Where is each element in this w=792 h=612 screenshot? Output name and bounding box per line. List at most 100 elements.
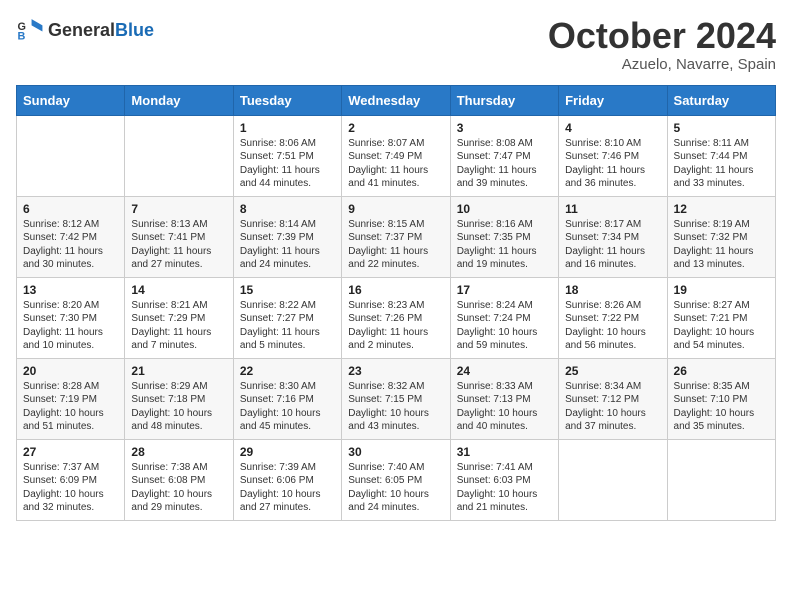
day-number: 22 xyxy=(240,364,335,378)
header: G B GeneralBlue October 2024 Azuelo, Nav… xyxy=(16,16,776,73)
day-info: Sunrise: 8:26 AM Sunset: 7:22 PM Dayligh… xyxy=(565,299,660,353)
calendar-cell: 20 Sunrise: 8:28 AM Sunset: 7:19 PM Dayli… xyxy=(17,358,125,439)
month-title: October 2024 xyxy=(548,16,776,56)
calendar-cell: 23 Sunrise: 8:32 AM Sunset: 7:15 PM Dayli… xyxy=(342,358,450,439)
week-row-1: 1Sunrise: 8:06 AM Sunset: 7:51 PM Daylig… xyxy=(17,115,776,196)
day-number: 18 xyxy=(565,283,660,297)
calendar-cell xyxy=(17,115,125,196)
weekday-header-monday: Monday xyxy=(125,85,233,115)
calendar-cell: 2Sunrise: 8:07 AM Sunset: 7:49 PM Daylig… xyxy=(342,115,450,196)
day-number: 5 xyxy=(674,121,769,135)
calendar-cell: 22 Sunrise: 8:30 AM Sunset: 7:16 PM Dayli… xyxy=(233,358,341,439)
day-number: 4 xyxy=(565,121,660,135)
calendar-cell: 29 Sunrise: 7:39 AM Sunset: 6:06 PM Dayli… xyxy=(233,439,341,520)
day-info: Sunrise: 8:33 AM Sunset: 7:13 PM Dayligh… xyxy=(457,380,552,434)
day-info: Sunrise: 8:14 AM Sunset: 7:39 PM Dayligh… xyxy=(240,218,335,272)
calendar-cell: 15 Sunrise: 8:22 AM Sunset: 7:27 PM Dayli… xyxy=(233,277,341,358)
weekday-header-thursday: Thursday xyxy=(450,85,558,115)
calendar-cell: 6 Sunrise: 8:12 AM Sunset: 7:42 PM Daylig… xyxy=(17,196,125,277)
day-number: 21 xyxy=(131,364,226,378)
calendar-cell xyxy=(667,439,775,520)
calendar-cell: 9Sunrise: 8:15 AM Sunset: 7:37 PM Daylig… xyxy=(342,196,450,277)
calendar-cell: 21 Sunrise: 8:29 AM Sunset: 7:18 PM Dayli… xyxy=(125,358,233,439)
day-number: 24 xyxy=(457,364,552,378)
calendar-cell: 17 Sunrise: 8:24 AM Sunset: 7:24 PM Dayli… xyxy=(450,277,558,358)
location-title: Azuelo, Navarre, Spain xyxy=(548,56,776,73)
day-number: 11 xyxy=(565,202,660,216)
day-info: Sunrise: 8:19 AM Sunset: 7:32 PM Dayligh… xyxy=(674,218,769,272)
day-info: Sunrise: 7:41 AM Sunset: 6:03 PM Dayligh… xyxy=(457,461,552,515)
day-info: Sunrise: 8:29 AM Sunset: 7:18 PM Dayligh… xyxy=(131,380,226,434)
day-info: Sunrise: 8:24 AM Sunset: 7:24 PM Dayligh… xyxy=(457,299,552,353)
week-row-5: 27 Sunrise: 7:37 AM Sunset: 6:09 PM Dayli… xyxy=(17,439,776,520)
svg-text:B: B xyxy=(18,30,26,42)
calendar-cell: 26Sunrise: 8:35 AM Sunset: 7:10 PM Dayli… xyxy=(667,358,775,439)
day-number: 27 xyxy=(23,445,118,459)
day-number: 28 xyxy=(131,445,226,459)
calendar-cell: 12Sunrise: 8:19 AM Sunset: 7:32 PM Dayli… xyxy=(667,196,775,277)
calendar-table: SundayMondayTuesdayWednesdayThursdayFrid… xyxy=(16,85,776,521)
calendar-cell: 1Sunrise: 8:06 AM Sunset: 7:51 PM Daylig… xyxy=(233,115,341,196)
week-row-4: 20 Sunrise: 8:28 AM Sunset: 7:19 PM Dayli… xyxy=(17,358,776,439)
calendar-cell: 10 Sunrise: 8:16 AM Sunset: 7:35 PM Dayli… xyxy=(450,196,558,277)
day-number: 14 xyxy=(131,283,226,297)
day-number: 29 xyxy=(240,445,335,459)
weekday-header-friday: Friday xyxy=(559,85,667,115)
day-number: 2 xyxy=(348,121,443,135)
calendar-cell: 30Sunrise: 7:40 AM Sunset: 6:05 PM Dayli… xyxy=(342,439,450,520)
week-row-3: 13 Sunrise: 8:20 AM Sunset: 7:30 PM Dayli… xyxy=(17,277,776,358)
day-number: 20 xyxy=(23,364,118,378)
calendar-cell: 13 Sunrise: 8:20 AM Sunset: 7:30 PM Dayli… xyxy=(17,277,125,358)
calendar-cell: 5 Sunrise: 8:11 AM Sunset: 7:44 PM Daylig… xyxy=(667,115,775,196)
day-info: Sunrise: 8:12 AM Sunset: 7:42 PM Dayligh… xyxy=(23,218,118,272)
day-info: Sunrise: 8:27 AM Sunset: 7:21 PM Dayligh… xyxy=(674,299,769,353)
calendar-cell: 27 Sunrise: 7:37 AM Sunset: 6:09 PM Dayli… xyxy=(17,439,125,520)
day-info: Sunrise: 8:11 AM Sunset: 7:44 PM Dayligh… xyxy=(674,137,769,191)
weekday-header-sunday: Sunday xyxy=(17,85,125,115)
day-number: 23 xyxy=(348,364,443,378)
day-info: Sunrise: 8:17 AM Sunset: 7:34 PM Dayligh… xyxy=(565,218,660,272)
weekday-header-tuesday: Tuesday xyxy=(233,85,341,115)
day-info: Sunrise: 8:28 AM Sunset: 7:19 PM Dayligh… xyxy=(23,380,118,434)
calendar-cell: 8Sunrise: 8:14 AM Sunset: 7:39 PM Daylig… xyxy=(233,196,341,277)
day-number: 13 xyxy=(23,283,118,297)
day-number: 7 xyxy=(131,202,226,216)
day-number: 9 xyxy=(348,202,443,216)
calendar-cell xyxy=(559,439,667,520)
day-info: Sunrise: 8:34 AM Sunset: 7:12 PM Dayligh… xyxy=(565,380,660,434)
calendar-cell: 18 Sunrise: 8:26 AM Sunset: 7:22 PM Dayli… xyxy=(559,277,667,358)
day-info: Sunrise: 8:22 AM Sunset: 7:27 PM Dayligh… xyxy=(240,299,335,353)
day-info: Sunrise: 8:13 AM Sunset: 7:41 PM Dayligh… xyxy=(131,218,226,272)
calendar-cell: 4 Sunrise: 8:10 AM Sunset: 7:46 PM Daylig… xyxy=(559,115,667,196)
day-number: 17 xyxy=(457,283,552,297)
day-info: Sunrise: 7:37 AM Sunset: 6:09 PM Dayligh… xyxy=(23,461,118,515)
logo: G B GeneralBlue xyxy=(16,16,154,44)
calendar-cell: 11 Sunrise: 8:17 AM Sunset: 7:34 PM Dayli… xyxy=(559,196,667,277)
day-info: Sunrise: 8:32 AM Sunset: 7:15 PM Dayligh… xyxy=(348,380,443,434)
day-number: 6 xyxy=(23,202,118,216)
calendar-cell: 14 Sunrise: 8:21 AM Sunset: 7:29 PM Dayli… xyxy=(125,277,233,358)
day-info: Sunrise: 7:38 AM Sunset: 6:08 PM Dayligh… xyxy=(131,461,226,515)
weekday-header-saturday: Saturday xyxy=(667,85,775,115)
day-number: 30 xyxy=(348,445,443,459)
day-info: Sunrise: 8:10 AM Sunset: 7:46 PM Dayligh… xyxy=(565,137,660,191)
calendar-cell: 7 Sunrise: 8:13 AM Sunset: 7:41 PM Daylig… xyxy=(125,196,233,277)
day-info: Sunrise: 8:16 AM Sunset: 7:35 PM Dayligh… xyxy=(457,218,552,272)
day-info: Sunrise: 8:06 AM Sunset: 7:51 PM Dayligh… xyxy=(240,137,335,191)
day-number: 31 xyxy=(457,445,552,459)
calendar-cell: 19Sunrise: 8:27 AM Sunset: 7:21 PM Dayli… xyxy=(667,277,775,358)
calendar-cell: 31 Sunrise: 7:41 AM Sunset: 6:03 PM Dayli… xyxy=(450,439,558,520)
day-number: 16 xyxy=(348,283,443,297)
calendar-cell xyxy=(125,115,233,196)
day-info: Sunrise: 7:39 AM Sunset: 6:06 PM Dayligh… xyxy=(240,461,335,515)
day-number: 15 xyxy=(240,283,335,297)
calendar-cell: 25 Sunrise: 8:34 AM Sunset: 7:12 PM Dayli… xyxy=(559,358,667,439)
day-info: Sunrise: 8:21 AM Sunset: 7:29 PM Dayligh… xyxy=(131,299,226,353)
day-number: 10 xyxy=(457,202,552,216)
weekday-header-row: SundayMondayTuesdayWednesdayThursdayFrid… xyxy=(17,85,776,115)
day-info: Sunrise: 8:20 AM Sunset: 7:30 PM Dayligh… xyxy=(23,299,118,353)
calendar-cell: 24 Sunrise: 8:33 AM Sunset: 7:13 PM Dayli… xyxy=(450,358,558,439)
day-info: Sunrise: 8:30 AM Sunset: 7:16 PM Dayligh… xyxy=(240,380,335,434)
day-number: 25 xyxy=(565,364,660,378)
logo-general-text: General xyxy=(48,20,115,40)
